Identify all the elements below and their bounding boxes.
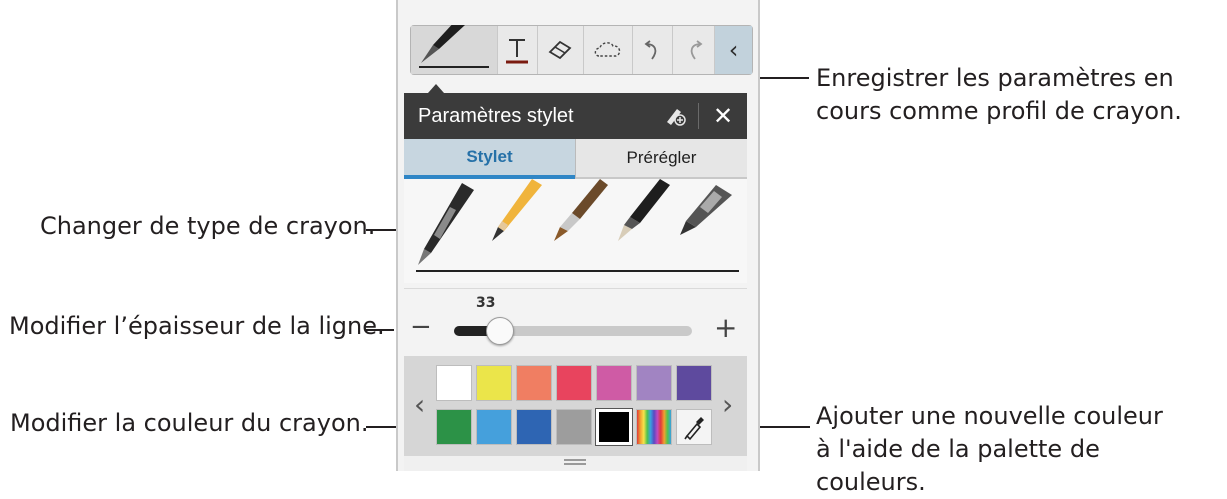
palette-next-button[interactable]: › <box>722 388 733 421</box>
pen-preview-line <box>416 270 739 272</box>
ballpoint-pen-icon[interactable] <box>418 183 474 265</box>
undo-button[interactable] <box>633 26 674 74</box>
color-swatch[interactable] <box>676 365 712 401</box>
eyedropper-icon <box>684 417 704 441</box>
save-profile-button[interactable] <box>654 103 699 129</box>
callout-modify-thickness: Modifier l’épaisseur de la ligne. <box>9 312 385 340</box>
palette-prev-button[interactable]: ‹ <box>414 388 425 421</box>
marker-icon[interactable] <box>680 185 732 235</box>
pencil-icon[interactable] <box>492 179 542 241</box>
panel-bottom <box>404 456 747 471</box>
pen-tool-button[interactable] <box>411 25 498 74</box>
drag-handle[interactable] <box>564 459 586 461</box>
leader-line <box>366 329 394 331</box>
thickness-control: 33 − + <box>404 288 747 355</box>
pen-icon <box>419 25 489 68</box>
redo-icon <box>690 40 703 60</box>
thickness-value: 33 <box>476 295 496 311</box>
add-pen-profile-icon <box>667 109 686 126</box>
color-swatch[interactable] <box>436 365 472 401</box>
color-swatch[interactable] <box>595 408 633 446</box>
color-palette: ‹ › <box>404 356 747 456</box>
pen-settings-header: Paramètres stylet ✕ <box>404 93 747 139</box>
eraser-tool-button[interactable] <box>538 26 584 74</box>
redo-button[interactable] <box>673 26 716 74</box>
close-icon: ✕ <box>712 102 734 130</box>
thickness-slider[interactable] <box>454 317 692 345</box>
undo-icon <box>644 40 656 60</box>
lasso-tool-button[interactable] <box>584 26 634 74</box>
tab-stylet[interactable]: Stylet <box>404 139 575 179</box>
calligraphy-pen-icon[interactable] <box>618 179 670 241</box>
settings-tabs: Stylet Prérégler <box>404 139 747 179</box>
color-swatch[interactable] <box>476 409 512 445</box>
color-swatch[interactable] <box>436 409 472 445</box>
callout-change-pen-type: Changer de type de crayon. <box>40 212 376 240</box>
increase-thickness-button[interactable]: + <box>714 311 737 344</box>
popup-pointer <box>428 84 444 93</box>
color-swatch[interactable] <box>516 365 552 401</box>
text-tool-button[interactable] <box>498 26 538 74</box>
callout-modify-color: Modifier la couleur du crayon. <box>10 409 369 437</box>
spectrum-swatch[interactable] <box>636 409 672 445</box>
color-swatch[interactable] <box>556 409 592 445</box>
brush-icon[interactable] <box>554 179 608 241</box>
text-icon <box>506 39 529 64</box>
close-button[interactable]: ✕ <box>699 102 747 130</box>
pen-type-selector <box>404 179 747 283</box>
pen-settings-title: Paramètres stylet <box>418 104 574 127</box>
color-swatch[interactable] <box>556 365 592 401</box>
collapse-toolbar-button[interactable]: ‹ <box>715 26 752 74</box>
color-swatch[interactable] <box>476 365 512 401</box>
color-swatches <box>436 365 716 446</box>
lasso-icon <box>594 42 621 57</box>
callout-add-color: Ajouter une nouvelle couleur à l'aide de… <box>816 402 1163 496</box>
color-picker-button[interactable] <box>676 409 712 445</box>
color-swatch[interactable] <box>636 365 672 401</box>
chevron-left-icon: ‹ <box>728 36 739 64</box>
color-swatch[interactable] <box>596 365 632 401</box>
callout-save-profile: Enregistrer les paramètres en cours comm… <box>816 64 1182 125</box>
pen-toolbar: ‹ <box>410 25 753 75</box>
decrease-thickness-button[interactable]: − <box>410 312 432 342</box>
slider-thumb[interactable] <box>485 317 514 345</box>
eraser-icon <box>548 40 572 60</box>
tab-preset[interactable]: Prérégler <box>575 139 747 179</box>
color-swatch[interactable] <box>516 409 552 445</box>
